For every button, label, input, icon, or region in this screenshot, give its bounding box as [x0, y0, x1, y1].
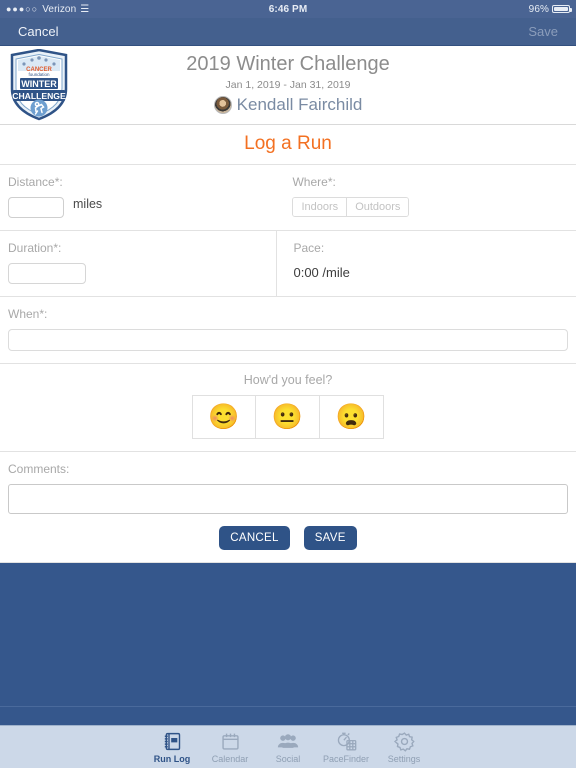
save-button[interactable]: SAVE: [303, 526, 357, 550]
nav-cancel-button[interactable]: Cancel: [18, 24, 58, 39]
stopwatch-calculator-icon: [335, 731, 358, 752]
feel-sad-button[interactable]: 😦: [320, 395, 384, 439]
tab-label-pacefinder: PaceFinder: [322, 753, 370, 764]
tab-label-run-log: Run Log: [153, 753, 191, 764]
challenge-title: 2019 Winter Challenge: [186, 53, 390, 75]
tab-social[interactable]: Social: [259, 726, 317, 768]
tab-label-social: Social: [275, 753, 301, 764]
distance-unit-label: miles: [73, 197, 103, 211]
when-section: When*:: [0, 297, 576, 364]
cancel-button[interactable]: CANCEL: [219, 526, 290, 550]
user-row[interactable]: Kendall Fairchild: [0, 95, 576, 115]
distance-field-group: Distance*: miles: [0, 165, 276, 230]
background-filler: [0, 563, 576, 707]
tab-label-calendar: Calendar: [211, 753, 249, 764]
distance-input[interactable]: [8, 197, 64, 218]
svg-text:CHALLENGE: CHALLENGE: [12, 91, 66, 101]
challenge-header-text: 2019 Winter Challenge Jan 1, 2019 - Jan …: [0, 52, 576, 115]
tab-run-log[interactable]: Run Log: [143, 726, 201, 768]
status-bar-clock: 6:46 PM: [268, 3, 308, 15]
when-field-group: When*:: [0, 297, 576, 363]
where-option-outdoors[interactable]: Outdoors: [346, 198, 409, 216]
distance-where-section: Distance*: miles Where*: Indoors Outdoor…: [0, 165, 576, 231]
tab-label-settings: Settings: [387, 753, 421, 764]
where-field-group: Where*: Indoors Outdoors: [276, 165, 576, 230]
pace-label: Pace:: [293, 241, 325, 255]
feel-neutral-button[interactable]: 😐: [256, 395, 320, 439]
battery-percent-label: 96%: [528, 3, 549, 15]
app-root: ●●●○○ Verizon ☰ 6:46 PM 96% Cancel Save: [0, 0, 576, 768]
where-label: Where*:: [292, 175, 336, 189]
where-segmented-control[interactable]: Indoors Outdoors: [292, 197, 410, 217]
comments-label: Comments:: [8, 462, 70, 476]
navigation-bar: Cancel Save: [0, 18, 576, 46]
tab-pacefinder[interactable]: PaceFinder: [317, 726, 375, 768]
carrier-label: Verizon: [42, 3, 77, 15]
status-bar-left: ●●●○○ Verizon ☰: [6, 4, 269, 15]
page-title: Log a Run: [0, 125, 576, 165]
feel-section: How'd you feel? 😊 😐 😦: [0, 364, 576, 452]
status-bar: ●●●○○ Verizon ☰ 6:46 PM 96%: [0, 0, 576, 18]
feel-happy-button[interactable]: 😊: [192, 395, 256, 439]
when-label: When*:: [8, 307, 48, 321]
gear-icon: [393, 731, 415, 752]
duration-label: Duration*:: [8, 241, 62, 255]
battery-icon: [552, 5, 572, 13]
notebook-icon: [162, 731, 183, 752]
form-actions: CANCEL SAVE: [8, 526, 568, 550]
background-filler-strip: [0, 707, 576, 725]
duration-field-group: Duration*:: [0, 231, 276, 296]
svg-text:WINTER: WINTER: [21, 79, 57, 89]
status-bar-right: 96%: [307, 3, 572, 15]
pace-field-group: Pace: 0:00 /mile: [276, 231, 576, 296]
challenge-header: CANCER foundation WINTER CHALLENGE 2019 …: [0, 46, 576, 125]
tab-calendar[interactable]: Calendar: [201, 726, 259, 768]
distance-label: Distance*:: [8, 175, 63, 189]
when-input[interactable]: [8, 329, 568, 351]
feel-question-label: How'd you feel?: [243, 373, 333, 387]
feel-options-row: 😊 😐 😦: [192, 395, 384, 439]
people-icon: [277, 731, 299, 752]
pace-value: 0:00 /mile: [293, 265, 350, 280]
where-option-indoors[interactable]: Indoors: [293, 198, 347, 216]
user-name-label: Kendall Fairchild: [236, 95, 363, 114]
comments-section: Comments: CANCEL SAVE: [0, 452, 576, 563]
nav-save-button[interactable]: Save: [528, 24, 558, 39]
duration-pace-section: Duration*: Pace: 0:00 /mile: [0, 231, 576, 297]
signal-strength-icon: ●●●○○: [6, 4, 39, 14]
winter-challenge-shield-logo: CANCER foundation WINTER CHALLENGE: [8, 48, 70, 121]
tab-settings[interactable]: Settings: [375, 726, 433, 768]
tab-bar: Run Log Calendar Social PaceFinder Setti…: [0, 725, 576, 768]
calendar-icon: [220, 731, 241, 752]
comments-textarea[interactable]: [8, 484, 568, 514]
svg-text:foundation: foundation: [28, 72, 50, 77]
user-avatar: [213, 96, 232, 114]
challenge-dates: Jan 1, 2019 - Jan 31, 2019: [225, 79, 351, 91]
wifi-icon: ☰: [80, 3, 90, 15]
duration-input[interactable]: [8, 263, 86, 284]
